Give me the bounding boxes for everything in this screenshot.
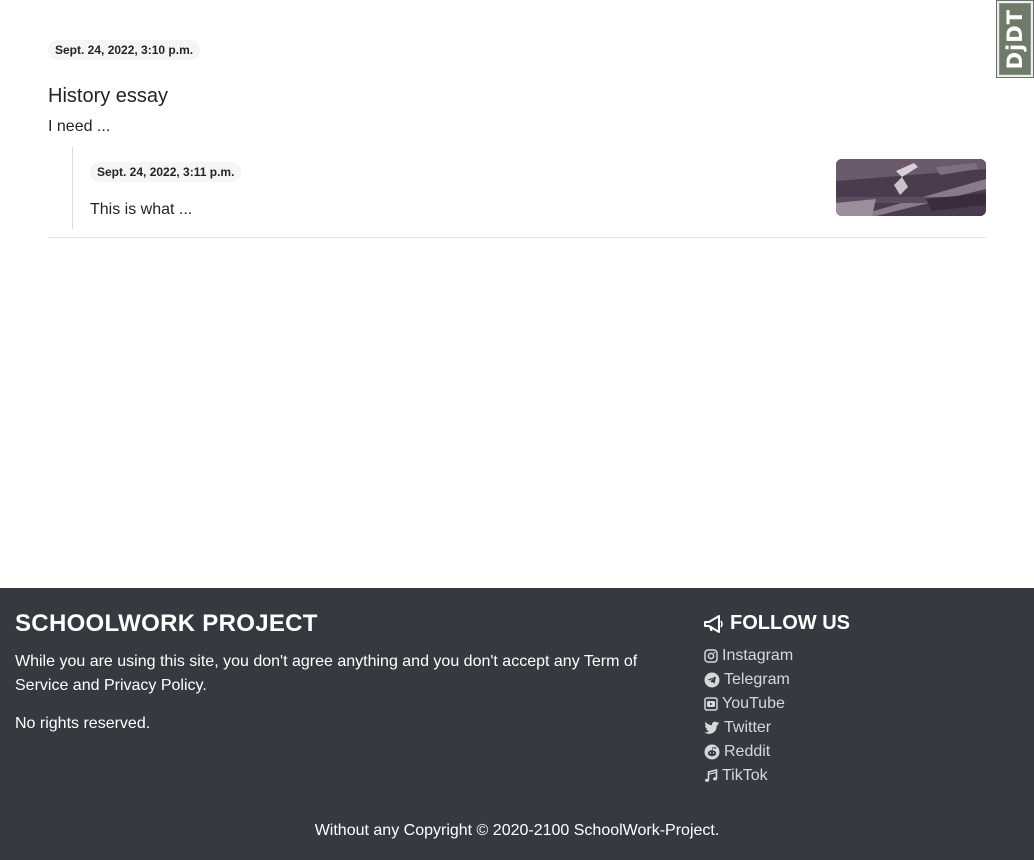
music-note-icon bbox=[705, 769, 718, 782]
site-footer: SCHOOLWORK PROJECT While you are using t… bbox=[0, 588, 1034, 860]
footer-disclaimer: While you are using this site, you don't… bbox=[15, 653, 638, 694]
social-links-list: Instagram Telegram YouTube Twitter Reddi… bbox=[704, 644, 793, 788]
post-divider bbox=[48, 237, 986, 238]
footer-rights: No rights reserved. bbox=[15, 715, 151, 732]
reply-image-thumbnail[interactable] bbox=[836, 159, 986, 216]
social-link-instagram[interactable]: Instagram bbox=[704, 644, 793, 668]
reply-date-badge: Sept. 24, 2022, 3:11 p.m. bbox=[90, 162, 242, 182]
post-title[interactable]: History essay bbox=[48, 84, 986, 108]
twitter-icon bbox=[704, 721, 720, 734]
social-link-telegram[interactable]: Telegram bbox=[704, 668, 793, 692]
social-link-label: Instagram bbox=[722, 647, 794, 664]
social-link-label: Twitter bbox=[724, 719, 772, 736]
reply-item: Sept. 24, 2022, 3:11 p.m. This is what .… bbox=[72, 147, 986, 229]
footer-copyright: Without any Copyright © 2020-2100 School… bbox=[314, 822, 720, 839]
question-post: Sept. 24, 2022, 3:10 p.m. History essay … bbox=[48, 40, 986, 137]
social-link-youtube[interactable]: YouTube bbox=[704, 692, 793, 716]
debug-toolbar-logo: DjDT bbox=[999, 3, 1031, 75]
social-link-label: Reddit bbox=[724, 743, 771, 760]
follow-us-label: FOLLOW US bbox=[730, 612, 850, 634]
social-link-tiktok[interactable]: TikTok bbox=[704, 764, 793, 788]
bullhorn-icon bbox=[704, 614, 723, 633]
post-body: I need ... bbox=[48, 118, 111, 135]
reddit-icon bbox=[704, 744, 720, 760]
post-date-badge: Sept. 24, 2022, 3:10 p.m. bbox=[48, 40, 201, 60]
youtube-icon bbox=[704, 697, 718, 711]
social-link-label: YouTube bbox=[722, 695, 785, 712]
social-link-reddit[interactable]: Reddit bbox=[704, 740, 793, 764]
social-link-label: Telegram bbox=[724, 671, 790, 688]
social-link-label: TikTok bbox=[722, 767, 768, 784]
debug-toolbar-handle[interactable]: DjDT bbox=[996, 0, 1034, 78]
social-link-twitter[interactable]: Twitter bbox=[704, 716, 793, 740]
telegram-icon bbox=[704, 672, 720, 688]
follow-us-heading: FOLLOW US bbox=[704, 612, 850, 635]
reply-body: This is what ... bbox=[90, 201, 193, 218]
footer-brand-title: SCHOOLWORK PROJECT bbox=[15, 610, 318, 637]
debug-toolbar-label: DjDT bbox=[1003, 8, 1027, 70]
page: DjDT Sept. 24, 2022, 3:10 p.m. History e… bbox=[0, 0, 1034, 860]
thumbnail-image bbox=[836, 159, 986, 216]
instagram-icon bbox=[704, 649, 718, 663]
